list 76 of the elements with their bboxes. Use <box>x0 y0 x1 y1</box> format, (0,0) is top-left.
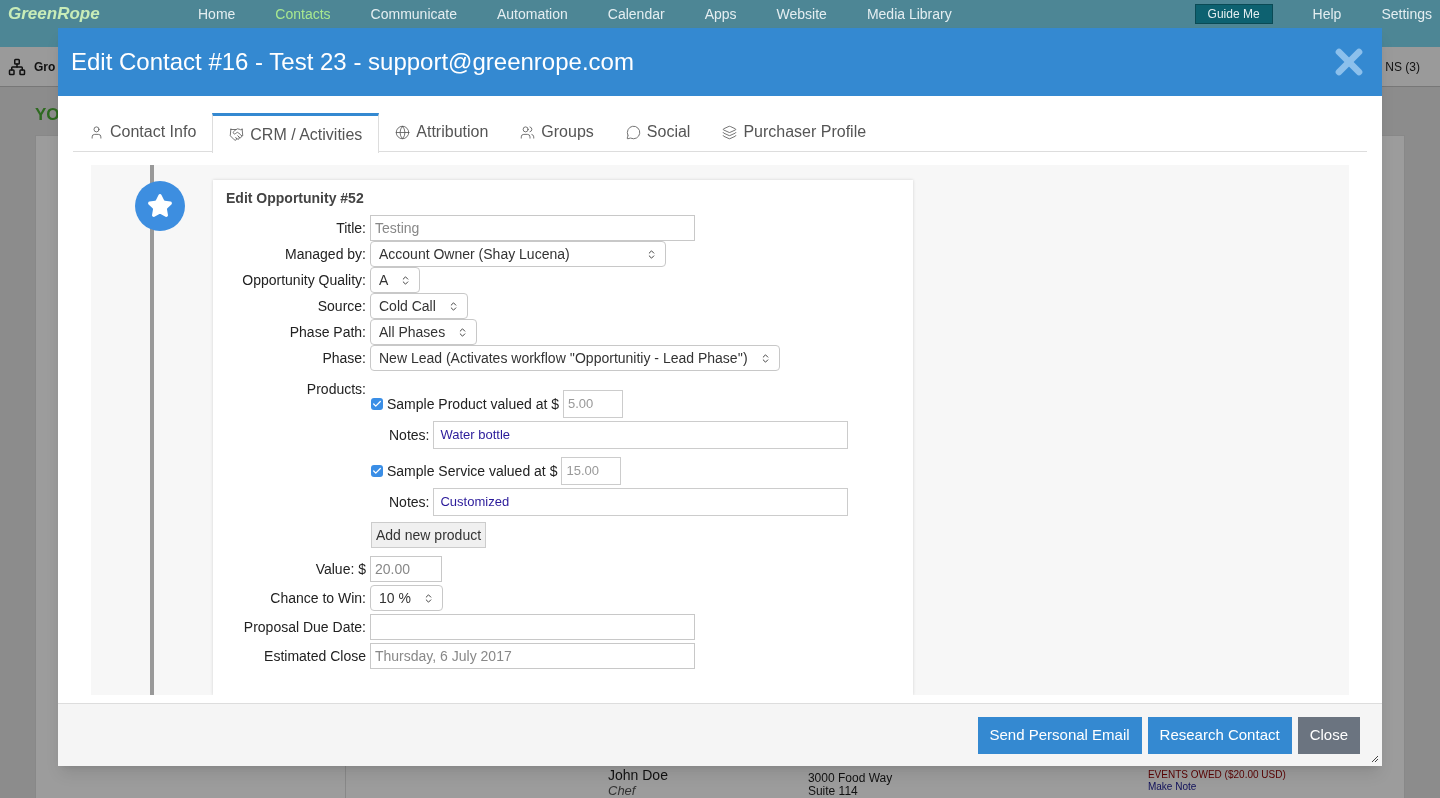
notes-label: Notes: <box>389 492 430 512</box>
nav-link[interactable]: Contacts <box>275 4 331 24</box>
notes-label: Notes: <box>389 425 430 445</box>
tab[interactable]: Attribution <box>379 113 505 151</box>
dropdown[interactable]: A <box>370 267 421 293</box>
dropdown[interactable]: Cold Call <box>370 293 468 319</box>
address-line: Suite 114 <box>807 785 859 798</box>
check-icon <box>372 466 382 476</box>
tab[interactable]: CRM / Activities <box>212 113 380 153</box>
make-note-link[interactable]: Make Note <box>1147 781 1286 793</box>
nav-link[interactable]: Automation <box>497 4 568 24</box>
layers-icon <box>722 124 738 140</box>
users-icon <box>520 124 536 140</box>
text-field[interactable]: Thursday, 6 July 2017 <box>370 643 695 669</box>
nav-link[interactable]: Settings <box>1381 4 1432 24</box>
modal-title: Edit Contact #16 - Test 23 - support@greenrope.com <box>71 47 634 77</box>
notes-field[interactable]: Customized <box>433 488 849 516</box>
chat-icon <box>625 124 641 140</box>
sub-bar-link[interactable]: NS (3) <box>1385 57 1432 76</box>
sub-bar-title: Gro <box>34 58 56 76</box>
dropdown[interactable]: New Lead (Activates workflow ''Opportunitiy - Lead Phase'') <box>370 345 780 371</box>
footer-button[interactable]: Research Contact <box>1147 716 1292 754</box>
star-icon <box>147 193 173 219</box>
product-label: Sample Service valued at $ <box>387 461 558 481</box>
user-icon <box>89 124 104 140</box>
text-field[interactable]: Testing <box>370 215 695 241</box>
contact-name: John Doe <box>608 767 668 783</box>
price-field[interactable]: 5.00 <box>563 390 623 418</box>
nav-link[interactable]: Help <box>1312 4 1342 24</box>
tab[interactable]: Groups <box>504 113 610 151</box>
nav-link[interactable]: Apps <box>704 4 737 24</box>
dropdown[interactable]: 10 % <box>370 585 443 611</box>
resize-grip-icon[interactable] <box>1371 755 1379 763</box>
product-label: Sample Product valued at $ <box>387 394 559 414</box>
nav-link[interactable]: Calendar <box>607 4 665 24</box>
field-label: Managed by: <box>284 244 366 264</box>
amount-field[interactable]: 20.00 <box>370 556 442 582</box>
address-line: 3000 Food Way <box>807 772 894 785</box>
guide-me-button[interactable]: Guide Me <box>1194 4 1273 24</box>
price-field[interactable]: 15.00 <box>561 457 622 485</box>
field-label: Phase Path: <box>288 322 366 342</box>
text-field[interactable] <box>370 614 695 640</box>
notes-field[interactable]: Water bottle <box>433 421 849 449</box>
field-label: Title: <box>335 218 366 238</box>
tab[interactable]: Contact Info <box>73 113 213 151</box>
logo[interactable]: GreenRope <box>8 4 158 24</box>
tab[interactable]: Social <box>609 113 707 151</box>
contact-role: Chef <box>608 783 638 798</box>
field-label: Chance to Win: <box>269 588 366 608</box>
nav-link[interactable]: Communicate <box>370 4 457 24</box>
field-label: Products: <box>305 380 366 399</box>
handshake-icon <box>229 127 245 142</box>
dropdown[interactable]: All Phases <box>370 319 478 345</box>
nav-link[interactable]: Website <box>776 4 827 24</box>
page-heading: YO <box>35 104 60 126</box>
nav-link[interactable]: Home <box>198 4 236 24</box>
updown-icon <box>646 248 657 260</box>
add-product-button[interactable]: Add new product <box>371 522 487 548</box>
network-icon[interactable] <box>8 57 26 76</box>
globe-icon <box>395 124 411 140</box>
field-label: Estimated Close <box>263 646 366 666</box>
footer-button[interactable]: Send Personal Email <box>977 716 1142 754</box>
dropdown[interactable]: Account Owner (Shay Lucena) <box>370 241 666 267</box>
nav-link[interactable]: Media Library <box>866 4 952 24</box>
field-label: Opportunity Quality: <box>241 270 366 290</box>
owed-text: EVENTS OWED ($20.00 USD) <box>1147 769 1286 781</box>
checkbox[interactable] <box>371 398 383 410</box>
check-icon <box>372 399 382 409</box>
card-title: Edit Opportunity #52 <box>226 189 365 208</box>
tab[interactable]: Purchaser Profile <box>706 113 883 151</box>
field-label: Value: $ <box>314 559 366 579</box>
footer-button[interactable]: Close <box>1297 716 1360 754</box>
field-label: Source: <box>316 296 366 316</box>
field-label: Phase: <box>321 348 366 368</box>
checkbox[interactable] <box>371 465 383 477</box>
field-label: Proposal Due Date: <box>242 617 366 637</box>
